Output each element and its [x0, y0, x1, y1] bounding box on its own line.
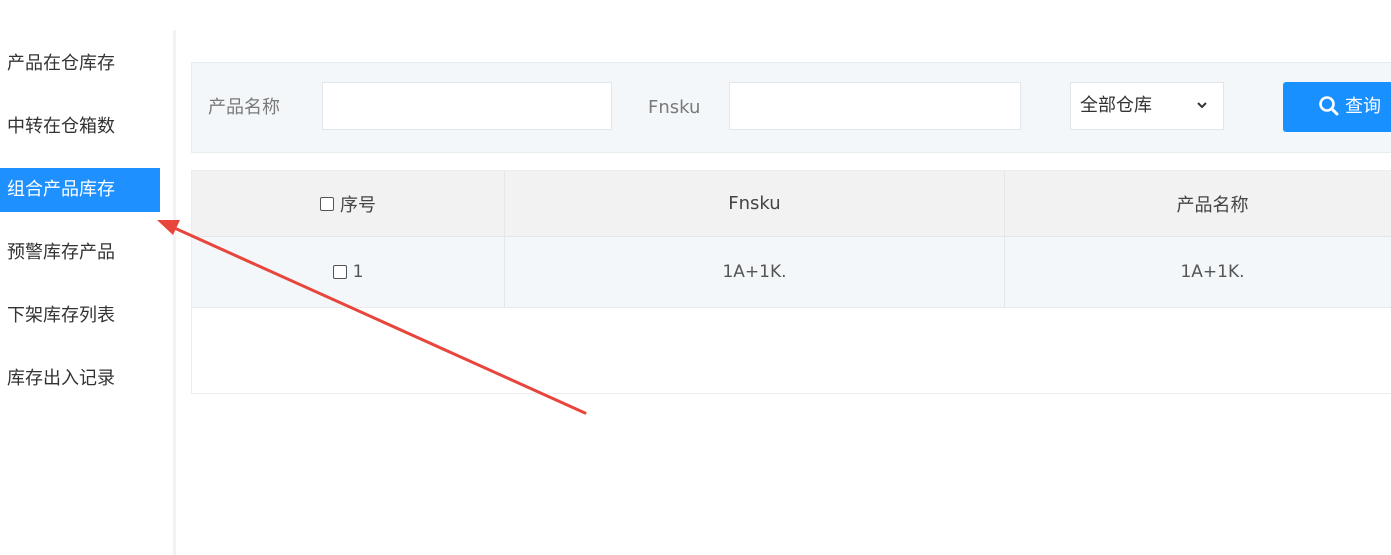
header-fnsku: Fnsku: [728, 193, 781, 214]
page: 产品在仓库存 中转在仓箱数 组合产品库存 预警库存产品 下架库存列表 库存出入记…: [0, 0, 1391, 555]
sidebar: 产品在仓库存 中转在仓箱数 组合产品库存 预警库存产品 下架库存列表 库存出入记…: [0, 42, 160, 420]
sidebar-item-stock-records[interactable]: 库存出入记录: [0, 357, 160, 401]
chevron-down-icon: [1197, 102, 1207, 109]
row-fnsku: 1A+1K.: [722, 262, 787, 282]
search-icon: [1319, 96, 1339, 116]
fnsku-input[interactable]: [729, 82, 1021, 130]
header-index: 序号: [340, 194, 376, 216]
row-product-name-cell: 1A+1K.: [1005, 237, 1391, 307]
row-fnsku-cell: 1A+1K.: [505, 237, 1005, 307]
header-index-cell: 序号: [192, 171, 505, 236]
data-table: 序号 Fnsku 产品名称 1 1A+1K. 1A+1K.: [191, 170, 1391, 394]
sidebar-item-transit-boxes[interactable]: 中转在仓箱数: [0, 105, 160, 149]
row-index-cell: 1: [192, 237, 505, 307]
row-index: 1: [352, 262, 364, 282]
query-button-label: 查询: [1345, 96, 1381, 117]
table-header: 序号 Fnsku 产品名称: [192, 171, 1391, 237]
warehouse-select[interactable]: 全部仓库: [1070, 82, 1224, 130]
header-product-name-cell: 产品名称: [1005, 171, 1391, 236]
row-checkbox[interactable]: [332, 265, 347, 279]
row-product-name: 1A+1K.: [1180, 262, 1245, 282]
sidebar-item-product-stock[interactable]: 产品在仓库存: [0, 42, 160, 86]
product-name-input[interactable]: [322, 82, 612, 130]
sidebar-item-combo-stock[interactable]: 组合产品库存: [0, 168, 160, 212]
query-button[interactable]: 查询: [1283, 82, 1391, 132]
sidebar-item-removed-stock[interactable]: 下架库存列表: [0, 294, 160, 338]
table-row[interactable]: 1 1A+1K. 1A+1K.: [192, 237, 1391, 308]
product-name-label: 产品名称: [208, 97, 280, 118]
warehouse-select-value: 全部仓库: [1080, 95, 1152, 116]
search-panel: 产品名称 Fnsku 全部仓库 查询: [191, 62, 1391, 153]
header-product-name: 产品名称: [1176, 194, 1249, 216]
sidebar-divider: [173, 30, 176, 555]
header-fnsku-cell: Fnsku: [505, 171, 1005, 236]
sidebar-item-warning-stock[interactable]: 预警库存产品: [0, 231, 160, 275]
select-all-checkbox[interactable]: [320, 196, 334, 211]
fnsku-label: Fnsku: [648, 97, 701, 118]
